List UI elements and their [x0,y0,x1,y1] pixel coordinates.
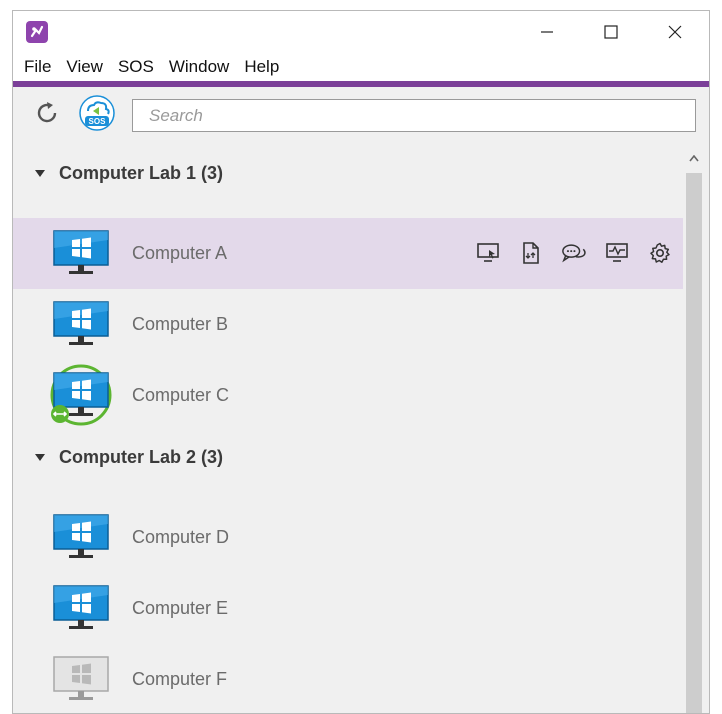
close-icon [668,25,682,39]
computer-row-b[interactable]: Computer B [13,289,683,360]
windows-monitor-icon [53,301,109,349]
windows-monitor-offline-icon [53,656,109,704]
group-header-lab-1[interactable]: Computer Lab 1 (3) [13,153,683,193]
toolbar: SOS [13,87,709,137]
computer-row-c[interactable]: Computer C [13,360,683,431]
refresh-button[interactable] [33,99,61,127]
close-button[interactable] [643,11,707,53]
computer-name: Computer E [132,598,229,618]
computer-row-a[interactable]: Computer A [13,218,683,289]
svg-text:SOS: SOS [89,117,107,126]
chat-button[interactable] [561,240,587,266]
menu-file[interactable]: File [19,53,61,81]
menu-sos[interactable]: SOS [113,53,164,81]
minimize-icon [541,31,553,33]
system-monitor-icon [606,243,628,262]
refresh-icon [37,102,57,123]
settings-gear-icon [650,242,670,263]
computer-row-e[interactable]: Computer E [13,573,683,644]
sos-button[interactable]: SOS [79,95,115,131]
remote-control-icon [477,243,499,262]
caret-down-icon [35,170,45,177]
computer-name: Computer F [132,669,228,689]
maximize-button[interactable] [579,11,643,53]
chevron-up-icon [689,154,699,161]
menu-help[interactable]: Help [239,53,289,81]
caret-down-icon [35,454,45,461]
computer-row-d[interactable]: Computer D [13,502,683,573]
app-window: File View SOS Window Help SOS Search Com… [12,10,710,714]
group-header-lab-2[interactable]: Computer Lab 2 (3) [13,437,683,477]
computer-list: Computer Lab 1 (3) Computer A Computer B… [13,137,709,713]
group-title: Computer Lab 1 (3) [59,162,224,183]
windows-monitor-icon [53,585,109,633]
scrollbar-thumb[interactable] [686,173,702,713]
group-title: Computer Lab 2 (3) [59,446,224,467]
row-actions [475,240,673,266]
title-bar [13,11,709,53]
file-transfer-button[interactable] [518,240,544,266]
windows-monitor-icon [53,230,109,278]
maximize-icon [604,25,618,39]
chat-icon [562,244,586,263]
system-monitor-button[interactable] [604,240,630,266]
computer-name: Computer B [132,314,229,334]
vertical-scrollbar[interactable] [683,147,705,713]
menu-view[interactable]: View [61,53,113,81]
search-input[interactable] [132,99,696,132]
windows-monitor-icon [53,514,109,562]
app-logo-icon [26,21,48,43]
computer-name: Computer D [132,527,230,547]
menu-window[interactable]: Window [164,53,239,81]
scroll-up-button[interactable] [683,147,705,169]
computer-row-f[interactable]: Computer F [13,644,683,713]
menu-bar: File View SOS Window Help [13,53,709,81]
file-transfer-icon [523,242,539,264]
settings-button[interactable] [647,240,673,266]
computer-name: Computer C [132,385,230,405]
windows-monitor-connected-icon [50,364,112,426]
remote-control-button[interactable] [475,240,501,266]
computer-name: Computer A [132,243,228,263]
sos-cloud-icon: SOS [79,95,115,131]
minimize-button[interactable] [515,11,579,53]
